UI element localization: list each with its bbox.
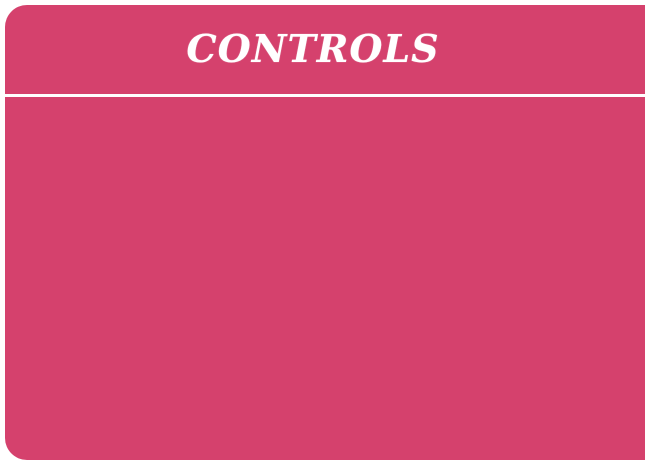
panel-body	[5, 97, 645, 460]
panel-header: CONTROLS	[5, 5, 645, 92]
controls-panel: CONTROLS	[5, 5, 645, 460]
panel-title: CONTROLS	[186, 26, 440, 71]
